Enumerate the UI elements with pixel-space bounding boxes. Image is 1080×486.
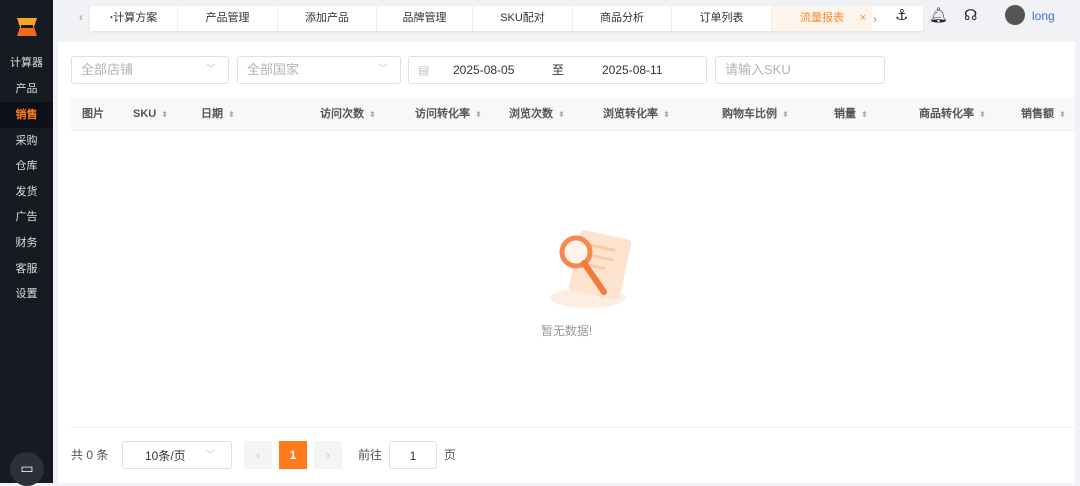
sidebar-item-settings[interactable]: 设置 — [0, 281, 53, 307]
sku-placeholder: 请输入SKU — [725, 62, 791, 77]
page-size: 10条/页 — [145, 449, 186, 463]
sidebar-item-warehouse[interactable]: 仓库 — [0, 153, 53, 179]
sort-icon[interactable]: ⬍ — [1059, 110, 1066, 119]
sort-icon[interactable]: ⬍ — [979, 110, 986, 119]
shop-placeholder: 全部店铺 — [81, 62, 134, 77]
col-label: SKU — [133, 108, 157, 120]
tab-product-analysis[interactable]: 商品分析 — [573, 6, 672, 31]
col-visit-rate[interactable]: 访问转化率 ⬍ — [415, 97, 482, 132]
sort-icon[interactable]: ⬍ — [369, 110, 376, 119]
tabs-prev-icon[interactable]: ‹ — [79, 10, 83, 24]
goto-page-input[interactable]: 1 — [389, 441, 437, 469]
country-placeholder: 全部国家 — [247, 62, 300, 77]
country-select[interactable]: 全部国家 ﹀ — [237, 56, 401, 84]
sidebar-item-sales[interactable]: 销售 — [0, 102, 53, 128]
bell-icon[interactable]: 🔔︎ — [929, 6, 948, 24]
goto-label: 前往 — [358, 448, 383, 462]
date-separator: 至 — [552, 63, 565, 77]
sidebar-item-ads[interactable]: 广告 — [0, 204, 53, 230]
col-label: 销售额 — [1021, 108, 1054, 120]
col-revenue[interactable]: 销售额 ⬍ — [1021, 97, 1066, 132]
close-icon[interactable]: × — [860, 6, 866, 30]
col-label: 浏览次数 — [509, 108, 553, 120]
total-count: 共 0 条 — [71, 448, 109, 462]
username[interactable]: long — [1032, 9, 1055, 23]
tab-product-manage[interactable]: 产品管理 — [178, 6, 278, 31]
prev-page-button[interactable]: ‹ — [244, 441, 272, 469]
next-page-button[interactable]: › — [314, 441, 342, 469]
sort-icon[interactable]: ⬍ — [861, 110, 868, 119]
col-label: 访问转化率 — [415, 108, 470, 120]
sidebar-item-calculator[interactable]: 计算器 — [0, 50, 53, 76]
col-label: 商品转化率 — [919, 108, 974, 120]
avatar[interactable] — [1005, 5, 1025, 25]
col-view-rate[interactable]: 浏览转化率 ⬍ — [603, 97, 670, 132]
tabs-next-icon[interactable]: › — [873, 12, 877, 26]
col-sales-qty[interactable]: 销量 ⬍ — [834, 97, 868, 132]
chevron-down-icon: ﹀ — [205, 450, 215, 461]
page-size-select[interactable]: 10条/页 ﹀ — [122, 441, 232, 469]
col-image: 图片 — [82, 108, 104, 120]
col-label: 访问次数 — [320, 108, 364, 120]
anchor-icon[interactable]: ⚓ — [895, 6, 908, 24]
col-label: 日期 — [201, 108, 223, 120]
col-visits[interactable]: 访问次数 ⬍ — [320, 97, 376, 132]
date-start[interactable]: 2025-08-05 — [453, 57, 514, 83]
sidebar-item-shipping[interactable]: 发货 — [0, 179, 53, 205]
main-card: 全部店铺 ﹀ 全部国家 ﹀ ▤ 2025-08-05 至 2025-08-11 请输… — [58, 42, 1075, 483]
logo-icon — [17, 18, 37, 36]
col-label: 购物车比例 — [722, 108, 777, 120]
sidebar-item-purchase[interactable]: 采购 — [0, 128, 53, 154]
empty-text: 暂无数据! — [540, 324, 593, 338]
col-sku[interactable]: SKU ⬍ — [133, 97, 168, 132]
date-range-picker[interactable]: ▤ 2025-08-05 至 2025-08-11 — [408, 56, 707, 84]
sort-icon[interactable]: ⬍ — [558, 110, 565, 119]
tab-strip: ​ꞏ计算方案 产品管理 添加产品 品牌管理 SKU配对 商品分析 订单列表 流量… — [90, 6, 923, 31]
sidebar-item-service[interactable]: 客服 — [0, 256, 53, 282]
tab-label: 流量报表 — [800, 12, 844, 24]
col-views[interactable]: 浏览次数 ⬍ — [509, 97, 565, 132]
chevron-down-icon: ﹀ — [378, 64, 388, 75]
page-1-button[interactable]: 1 — [279, 441, 307, 469]
tab-calc-plan[interactable]: ​ꞏ计算方案 — [90, 6, 178, 31]
tab-traffic-report[interactable]: 流量报表 × — [772, 6, 872, 31]
tab-sku-pair[interactable]: SKU配对 — [473, 6, 573, 31]
col-cart-ratio[interactable]: 购物车比例 ⬍ — [722, 97, 789, 132]
table-header: 图片 SKU ⬍ 日期 ⬍ 访问次数 ⬍ 访问转化率 ⬍ 浏览次数 ⬍ 浏览转化率 ⬍ 购物… — [71, 97, 1075, 131]
sidebar-item-finance[interactable]: 财务 — [0, 230, 53, 256]
page-unit-label: 页 — [444, 448, 457, 462]
col-label: 浏览转化率 — [603, 108, 658, 120]
tab-order-list[interactable]: 订单列表 — [672, 6, 772, 31]
sort-icon[interactable]: ⬍ — [228, 110, 235, 119]
headset-icon[interactable]: ☊ — [964, 6, 977, 24]
sidebar-item-product[interactable]: 产品 — [0, 76, 53, 102]
date-end[interactable]: 2025-08-11 — [602, 57, 663, 83]
sort-icon[interactable]: ⬍ — [782, 110, 789, 119]
sort-icon[interactable]: ⬍ — [663, 110, 670, 119]
divider — [71, 427, 1075, 428]
empty-data-illustration — [550, 230, 632, 308]
col-date[interactable]: 日期 ⬍ — [201, 97, 235, 132]
sku-input[interactable]: 请输入SKU — [715, 56, 885, 84]
sort-icon[interactable]: ⬍ — [161, 110, 168, 119]
tab-add-product[interactable]: 添加产品 — [278, 6, 377, 31]
col-label: 销量 — [834, 108, 856, 120]
calendar-icon: ▤ — [418, 63, 430, 77]
top-bar: ‹ ​ꞏ计算方案 产品管理 添加产品 品牌管理 SKU配对 商品分析 订单列表 … — [53, 0, 1080, 36]
sidebar: 计算器 产品 销售 采购 仓库 发货 广告 财务 客服 设置 ▭ — [0, 0, 53, 486]
shop-select[interactable]: 全部店铺 ﹀ — [71, 56, 229, 84]
laptop-icon[interactable]: ▭ — [10, 452, 44, 486]
sort-icon[interactable]: ⬍ — [475, 110, 482, 119]
chevron-down-icon: ﹀ — [206, 64, 216, 75]
tab-brand-manage[interactable]: 品牌管理 — [377, 6, 473, 31]
col-product-rate[interactable]: 商品转化率 ⬍ — [919, 97, 986, 132]
